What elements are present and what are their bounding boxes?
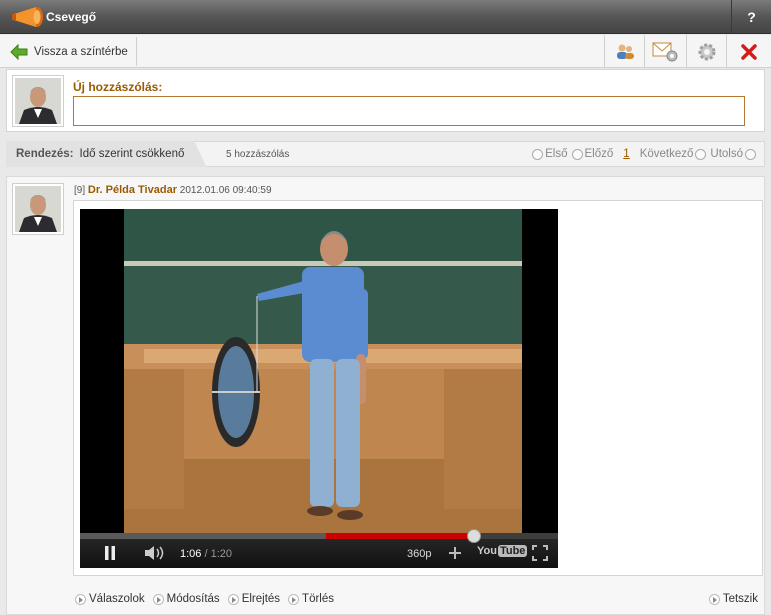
arrow-bullet-icon (152, 593, 164, 605)
first-page-icon (532, 148, 544, 160)
close-icon (741, 43, 757, 60)
youtube-logo[interactable]: You Tube (477, 545, 528, 557)
mail-settings-icon (652, 42, 677, 61)
video-played (326, 533, 474, 539)
sort-bar: Rendezés: Idő szerint csökkenő 5 hozzász… (6, 141, 765, 167)
post-avatar (12, 183, 64, 235)
delete-label: Törlés (302, 593, 334, 605)
video-controls: 1:06 / 1:20 360p You Tube (80, 529, 558, 568)
pagination: Első Előző 1 Következő Utolsó (532, 148, 756, 160)
new-post-label: Új hozzászólás: (73, 80, 163, 94)
last-page-link[interactable]: Utolsó (710, 148, 756, 160)
video-time-current: 1:06 (180, 548, 202, 560)
title-bar: Csevegő ? (0, 0, 771, 34)
users-icon (616, 44, 634, 59)
app-title: Csevegő (46, 10, 97, 24)
arrow-bullet-icon (75, 593, 86, 605)
post-index: [9] (74, 185, 86, 196)
quality-button[interactable]: 360p (407, 548, 431, 560)
gear-icon (698, 43, 715, 60)
new-post-composer: Új hozzászólás: (6, 69, 765, 132)
sort-selector[interactable]: Rendezés: Idő szerint csökkenő (6, 141, 207, 167)
video-time-separator: / (204, 548, 208, 560)
hide-link[interactable]: Elrejtés (227, 593, 281, 605)
avatar (12, 75, 64, 127)
volume-icon[interactable] (144, 546, 166, 560)
edit-link[interactable]: Módosítás (152, 593, 220, 605)
first-page-link[interactable]: Első (532, 148, 568, 160)
post-timestamp: 2012.01.06 09:40:59 (179, 185, 272, 196)
back-button-label: Vissza a színtérbe (34, 45, 128, 58)
prev-page-icon (571, 148, 583, 160)
delete-link[interactable]: Törlés (288, 593, 334, 605)
arrow-bullet-icon (288, 593, 300, 605)
like-label: Tetszik (722, 593, 758, 605)
reply-link[interactable]: Válaszolok (75, 593, 145, 605)
user-photo-icon (15, 78, 61, 124)
user-photo-icon (15, 186, 61, 232)
sort-label: Rendezés: (16, 148, 74, 160)
back-arrow-icon (10, 43, 28, 60)
hide-label: Elrejtés (241, 593, 281, 605)
last-page-label: Utolsó (710, 148, 743, 160)
post-meta: [9] Dr. Példa Tivadar 2012.01.06 09:40:5… (74, 184, 272, 196)
video-time: 1:06 / 1:20 (180, 548, 232, 560)
megaphone-logo-icon (12, 7, 43, 27)
video-time-total: 1:20 (210, 548, 233, 560)
video-player[interactable]: 1:06 / 1:20 360p You Tube (80, 209, 558, 568)
first-page-label: Első (545, 148, 568, 160)
video-progress-bar[interactable] (80, 529, 558, 543)
prev-page-link[interactable]: Előző (571, 148, 614, 160)
arrow-bullet-icon (708, 593, 720, 605)
sort-value: Idő szerint csökkenő (79, 148, 185, 160)
reply-label: Válaszolok (89, 593, 145, 605)
next-page-label: Következő (639, 148, 694, 160)
video-scrubber[interactable] (467, 529, 481, 543)
settings-button[interactable] (686, 35, 726, 68)
post: [9] Dr. Példa Tivadar 2012.01.06 09:40:5… (6, 176, 765, 615)
close-button[interactable] (726, 35, 771, 68)
pause-icon[interactable] (104, 546, 116, 560)
prev-page-label: Előző (584, 148, 614, 160)
fullscreen-icon[interactable] (532, 545, 548, 561)
next-page-icon (695, 148, 707, 160)
like-link[interactable]: Tetszik (708, 593, 758, 605)
current-page[interactable]: 1 (623, 148, 629, 160)
video-frame (124, 209, 522, 533)
mail-settings-button[interactable] (644, 35, 686, 68)
edit-label: Módosítás (166, 593, 220, 605)
post-author[interactable]: Dr. Példa Tivadar (88, 184, 177, 196)
arrow-bullet-icon (227, 593, 239, 605)
back-button[interactable]: Vissza a színtérbe (6, 37, 137, 66)
post-actions: Válaszolok Módosítás Elrejtés Törlés (75, 593, 334, 605)
next-page-link[interactable]: Következő (640, 148, 707, 160)
plus-icon[interactable] (448, 546, 462, 560)
users-button[interactable] (604, 35, 644, 68)
help-button[interactable]: ? (731, 0, 771, 34)
post-body: 1:06 / 1:20 360p You Tube (73, 200, 763, 576)
post-count: 5 hozzászólás (226, 149, 290, 160)
new-post-input[interactable] (73, 96, 745, 126)
toolbar: Vissza a színtérbe (0, 35, 771, 68)
video-buffered (80, 533, 326, 539)
last-page-icon (745, 148, 756, 160)
